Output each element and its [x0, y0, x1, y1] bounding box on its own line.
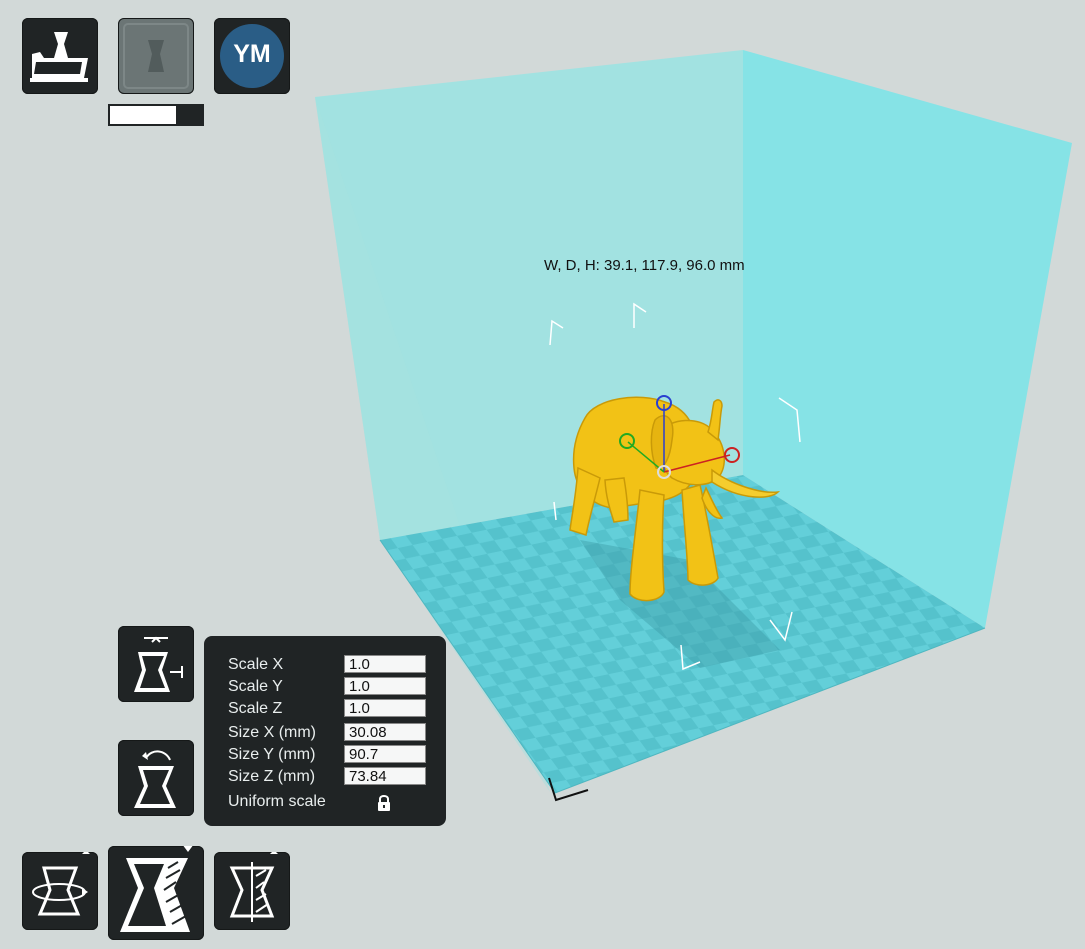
scale-z-label: Scale Z: [228, 700, 283, 717]
rotate-icon: [32, 852, 90, 916]
lock-icon[interactable]: [376, 794, 392, 812]
size-y-label: Size Y (mm): [228, 746, 316, 763]
mirror-tool-button[interactable]: [214, 852, 290, 930]
scale-tool-button[interactable]: [108, 846, 204, 940]
size-x-row: Size X (mm) 30.08: [228, 722, 434, 744]
ym-account-button[interactable]: YM: [214, 18, 290, 94]
print-progress-fill: [110, 106, 177, 124]
size-z-field[interactable]: 73.84: [344, 767, 426, 785]
scale-y-field[interactable]: 1.0: [344, 677, 426, 695]
size-z-row: Size Z (mm) 73.84: [228, 766, 434, 788]
size-y-field[interactable]: 90.7: [344, 745, 426, 763]
scale-z-row: Scale Z 1.0: [228, 698, 434, 720]
folder-load-icon: [30, 32, 88, 82]
uniform-scale-row: Uniform scale: [228, 791, 434, 813]
print-progress-bar: [108, 104, 204, 126]
scale-z-field[interactable]: 1.0: [344, 699, 426, 717]
size-z-label: Size Z (mm): [228, 768, 316, 785]
reset-scale-button[interactable]: [118, 740, 194, 816]
rotate-tool-button[interactable]: [22, 852, 98, 930]
scale-y-label: Scale Y: [228, 678, 283, 695]
scale-x-row: Scale X 1.0: [228, 654, 434, 676]
size-x-field[interactable]: 30.08: [344, 723, 426, 741]
scale-icon: [120, 846, 193, 932]
reset-scale-icon: [134, 750, 176, 808]
lay-flat-icon: [134, 636, 183, 692]
load-model-button[interactable]: [22, 18, 98, 94]
uniform-scale-label: Uniform scale: [228, 793, 326, 810]
scale-panel: Scale X 1.0 Scale Y 1.0 Scale Z 1.0 Size…: [204, 636, 446, 826]
size-x-label: Size X (mm): [228, 724, 316, 741]
lay-flat-button[interactable]: [118, 626, 194, 702]
scale-x-field[interactable]: 1.0: [344, 655, 426, 673]
scale-y-row: Scale Y 1.0: [228, 676, 434, 698]
print-icon: [123, 23, 189, 89]
print-button[interactable]: [118, 18, 194, 94]
scale-x-label: Scale X: [228, 656, 284, 673]
model-dimensions-label: W, D, H: 39.1, 117.9, 96.0 mm: [544, 257, 745, 274]
ym-label: YM: [233, 40, 271, 68]
mirror-icon: [229, 852, 278, 922]
size-y-row: Size Y (mm) 90.7: [228, 744, 434, 766]
